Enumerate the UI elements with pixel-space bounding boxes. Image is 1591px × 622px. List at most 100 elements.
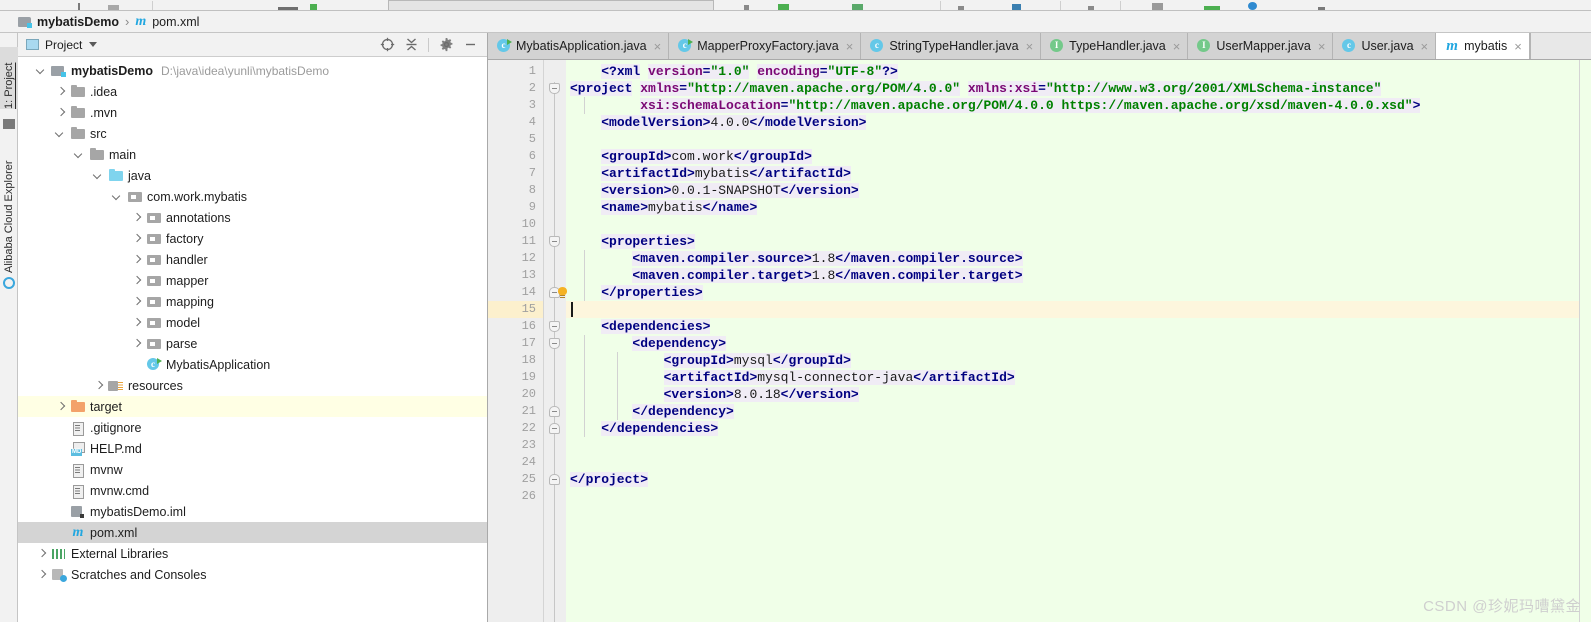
chevron-right-icon[interactable] xyxy=(131,233,143,245)
code-line[interactable]: </project> xyxy=(566,471,1579,488)
chevron-right-icon[interactable] xyxy=(55,401,67,413)
run-config-dropdown[interactable] xyxy=(388,0,714,10)
collapse-all-icon[interactable] xyxy=(400,35,422,55)
sidebar-item-project[interactable]: 1: Project xyxy=(0,47,18,109)
close-icon[interactable]: × xyxy=(1318,40,1326,53)
tree-row[interactable]: .mvn xyxy=(18,102,487,123)
toolbar-icon[interactable] xyxy=(1012,4,1021,10)
code-line[interactable]: xsi:schemaLocation="http://maven.apache.… xyxy=(566,97,1579,114)
code-line[interactable] xyxy=(566,488,1579,505)
breadcrumb-project-name[interactable]: mybatisDemo xyxy=(37,15,119,29)
breadcrumb-file-name[interactable]: pom.xml xyxy=(152,15,199,29)
code-line[interactable]: <groupId>mysql</groupId> xyxy=(566,352,1579,369)
code-line[interactable]: <maven.compiler.source>1.8</maven.compil… xyxy=(566,250,1579,267)
code-line[interactable]: <modelVersion>4.0.0</modelVersion> xyxy=(566,114,1579,131)
tree-row[interactable]: handler xyxy=(18,249,487,270)
chevron-down-icon[interactable] xyxy=(36,65,48,77)
tree-row[interactable]: com.work.mybatis xyxy=(18,186,487,207)
close-icon[interactable]: × xyxy=(654,40,662,53)
editor-tab[interactable]: m mybatis × xyxy=(1436,33,1530,59)
code-line[interactable]: <groupId>com.work</groupId> xyxy=(566,148,1579,165)
editor-tab-bar[interactable]: MybatisApplication.java×MapperProxyFacto… xyxy=(488,33,1591,60)
fold-marker[interactable] xyxy=(549,321,560,332)
tree-row[interactable]: target xyxy=(18,396,487,417)
tree-row[interactable]: Scratches and Consoles xyxy=(18,564,487,585)
line-number-gutter[interactable]: 1 2 3 4 5 6 7 8 9 10 11 12 13 14 15 16 17 18 19 20 21 22 23 24 2… xyxy=(488,60,544,622)
close-icon[interactable]: × xyxy=(846,40,854,53)
tree-row[interactable]: annotations xyxy=(18,207,487,228)
editor-tab[interactable]: StringTypeHandler.java × xyxy=(861,33,1042,59)
toolbar-icon[interactable] xyxy=(310,4,317,10)
editor-tab[interactable]: MybatisApplication.java × xyxy=(488,33,670,59)
run-icon[interactable] xyxy=(778,4,789,10)
code-line[interactable]: <artifactId>mybatis</artifactId> xyxy=(566,165,1579,182)
chevron-down-icon[interactable] xyxy=(112,191,124,203)
sidebar-item-alibaba-cloud-explorer[interactable]: Alibaba Cloud Explorer xyxy=(0,141,18,273)
code-folding-gutter[interactable] xyxy=(544,60,567,622)
tree-row[interactable]: mapping xyxy=(18,291,487,312)
tree-row[interactable]: model xyxy=(18,312,487,333)
tree-row[interactable]: .gitignore xyxy=(18,417,487,438)
chevron-right-icon[interactable] xyxy=(131,317,143,329)
code-line[interactable]: </properties> xyxy=(566,284,1579,301)
close-icon[interactable]: × xyxy=(1514,40,1522,53)
toolbar-icon[interactable] xyxy=(958,6,964,10)
code-line[interactable]: <artifactId>mysql-connector-java</artifa… xyxy=(566,369,1579,386)
tree-row[interactable]: resources xyxy=(18,375,487,396)
chevron-right-icon[interactable] xyxy=(131,296,143,308)
chevron-down-icon[interactable] xyxy=(55,128,67,140)
chevron-down-icon[interactable] xyxy=(89,42,98,47)
chevron-right-icon[interactable] xyxy=(131,338,143,350)
code-line[interactable]: </dependency> xyxy=(566,403,1579,420)
tree-row[interactable]: External Libraries xyxy=(18,543,487,564)
code-line[interactable]: <dependencies> xyxy=(566,318,1579,335)
chevron-right-icon[interactable] xyxy=(55,107,67,119)
tree-row[interactable]: java xyxy=(18,165,487,186)
code-line[interactable] xyxy=(566,437,1579,454)
close-icon[interactable]: × xyxy=(1173,40,1181,53)
fold-marker[interactable] xyxy=(549,474,560,485)
chevron-down-icon[interactable] xyxy=(93,170,105,182)
editor-tab[interactable]: TypeHandler.java × xyxy=(1041,33,1189,59)
toolbar-icon[interactable] xyxy=(1088,6,1094,10)
tree-row[interactable]: HELP.md xyxy=(18,438,487,459)
chevron-right-icon[interactable] xyxy=(131,212,143,224)
tree-row[interactable]: factory xyxy=(18,228,487,249)
code-line[interactable] xyxy=(566,454,1579,471)
code-line[interactable]: <?xml version="1.0" encoding="UTF-8"?> xyxy=(566,63,1579,80)
tree-row[interactable]: .idea xyxy=(18,81,487,102)
code-line[interactable]: <properties> xyxy=(566,233,1579,250)
fold-marker[interactable] xyxy=(549,83,560,94)
tree-row[interactable]: mvnw.cmd xyxy=(18,480,487,501)
code-line[interactable]: <dependency> xyxy=(566,335,1579,352)
code-line[interactable]: <project xmlns="http://maven.apache.org/… xyxy=(566,80,1579,97)
tree-row[interactable]: parse xyxy=(18,333,487,354)
tree-row[interactable]: main xyxy=(18,144,487,165)
code-text-area[interactable]: <?xml version="1.0" encoding="UTF-8"?> <p… xyxy=(566,60,1579,622)
tree-row[interactable]: mybatisDemo D:\java\idea\yunli\mybatisDem… xyxy=(18,60,487,81)
code-line[interactable] xyxy=(566,301,1579,318)
locate-icon[interactable] xyxy=(376,35,398,55)
chevron-right-icon[interactable] xyxy=(36,569,48,581)
fold-marker[interactable] xyxy=(549,236,560,247)
cloud-explorer-icon[interactable] xyxy=(3,277,15,289)
chevron-right-icon[interactable] xyxy=(55,86,67,98)
tree-row[interactable]: MybatisApplication xyxy=(18,354,487,375)
fold-marker[interactable] xyxy=(549,338,560,349)
tree-row[interactable]: mybatisDemo.iml xyxy=(18,501,487,522)
chevron-right-icon[interactable] xyxy=(131,275,143,287)
close-icon[interactable]: × xyxy=(1421,40,1429,53)
toolbar-icon[interactable] xyxy=(78,3,89,10)
project-panel-title[interactable]: Project xyxy=(45,38,82,52)
toolbar-icon[interactable] xyxy=(278,7,298,10)
debug-icon[interactable] xyxy=(852,4,863,10)
chevron-down-icon[interactable] xyxy=(74,149,86,161)
close-icon[interactable]: × xyxy=(1026,40,1034,53)
chevron-right-icon[interactable] xyxy=(131,254,143,266)
code-line[interactable]: <version>8.0.18</version> xyxy=(566,386,1579,403)
toolbar-icon[interactable] xyxy=(744,5,749,10)
chevron-right-icon[interactable] xyxy=(36,548,48,560)
tree-row[interactable]: src xyxy=(18,123,487,144)
editor-tab[interactable]: User.java × xyxy=(1333,33,1437,59)
project-tree[interactable]: mybatisDemo D:\java\idea\yunli\mybatisDem… xyxy=(18,57,487,622)
